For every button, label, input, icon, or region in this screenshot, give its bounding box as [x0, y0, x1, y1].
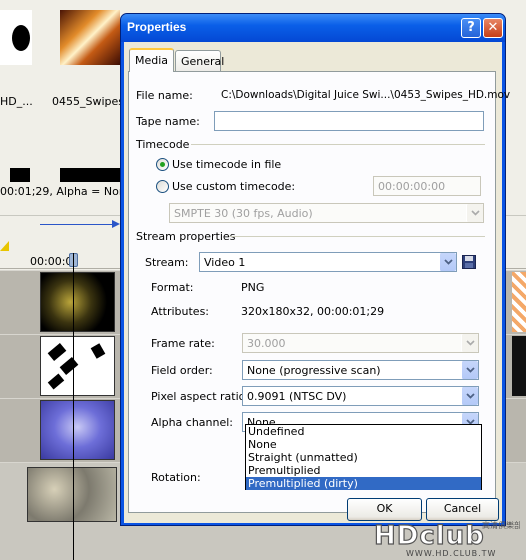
timecode-group-divider: [191, 144, 485, 145]
svg-text:WWW.HD.CLUB.TW: WWW.HD.CLUB.TW: [406, 549, 496, 558]
tab-general[interactable]: General: [175, 50, 224, 72]
save-stream-icon[interactable]: [462, 255, 476, 269]
frame-rate-label: Frame rate:: [151, 337, 215, 350]
rotation-label: Rotation:: [151, 471, 201, 484]
media-thumb-label-1: HD_...: [0, 95, 33, 108]
use-timecode-in-file-label[interactable]: Use timecode in file: [172, 158, 281, 171]
svg-text:高清俱樂部: 高清俱樂部: [482, 520, 520, 530]
field-order-value: None (progressive scan): [247, 364, 381, 377]
alpha-option-straight[interactable]: Straight (unmatted): [246, 451, 481, 464]
chevron-down-icon: [466, 393, 475, 399]
tab-media[interactable]: Media: [129, 48, 175, 72]
alpha-option-premultiplied[interactable]: Premultiplied: [246, 464, 481, 477]
clip-swipes-bw[interactable]: [40, 336, 115, 396]
ruler-arrow: [40, 224, 118, 225]
hdclub-watermark-logo: HDclub 高清俱樂部 WWW.HD.CLUB.TW: [370, 514, 522, 558]
media-strip-1: [10, 168, 30, 182]
use-custom-timecode-radio[interactable]: [156, 180, 169, 193]
custom-timecode-input[interactable]: 00:00:00:00: [373, 176, 481, 196]
alpha-channel-dropdown-list: Undefined None Straight (unmatted) Premu…: [245, 424, 482, 490]
hdclub-logo-icon: HDclub 高清俱樂部 WWW.HD.CLUB.TW: [373, 520, 522, 558]
right-clip-edge-2: [512, 336, 526, 396]
right-clip-edge: [512, 272, 526, 332]
tape-name-label: Tape name:: [136, 115, 200, 128]
timecode-format-select[interactable]: SMPTE 30 (30 fps, Audio): [169, 203, 484, 223]
help-icon: ?: [467, 20, 475, 35]
stream-select-value: Video 1: [204, 256, 246, 269]
frame-rate-dropdown-button[interactable]: [461, 334, 478, 352]
format-label: Format:: [151, 281, 194, 294]
chevron-down-icon: [471, 210, 480, 216]
help-button[interactable]: ?: [461, 18, 481, 38]
clip-swipes-blue[interactable]: [40, 400, 115, 460]
alpha-option-premultiplied-dirty[interactable]: Premultiplied (dirty): [246, 477, 481, 490]
media-thumb-1[interactable]: [0, 10, 32, 65]
pixel-aspect-value: 0.9091 (NTSC DV): [247, 390, 347, 403]
svg-text:HDclub: HDclub: [374, 521, 485, 551]
close-button[interactable]: ✕: [483, 18, 503, 38]
alpha-option-none[interactable]: None: [246, 438, 481, 451]
field-order-select[interactable]: None (progressive scan): [242, 360, 479, 380]
dialog-title: Properties: [127, 20, 187, 34]
attributes-label: Attributes:: [151, 305, 210, 318]
stream-group-label: Stream properties: [136, 230, 236, 243]
pixel-aspect-select[interactable]: 0.9091 (NTSC DV): [242, 386, 479, 406]
pixel-aspect-dropdown-button[interactable]: [461, 387, 478, 405]
tape-name-input[interactable]: [214, 111, 484, 131]
use-timecode-in-file-radio[interactable]: [156, 158, 169, 171]
timeline-cursor: [73, 253, 74, 560]
attributes-value: 320x180x32, 00:00:01;29: [241, 305, 385, 318]
format-value: PNG: [241, 281, 265, 294]
media-thumb-2[interactable]: [60, 10, 120, 65]
ruler-marker-icon: [0, 241, 9, 251]
media-strip-2: [60, 168, 120, 182]
file-name-value: C:\Downloads\Digital Juice Swi...\0453_S…: [221, 89, 511, 101]
frame-rate-select[interactable]: 30.000: [242, 333, 479, 353]
alpha-option-undefined[interactable]: Undefined: [246, 425, 481, 438]
pixel-aspect-label: Pixel aspect ratio:: [151, 390, 250, 403]
timecode-group-label: Timecode: [136, 138, 190, 151]
stream-group-divider: [229, 236, 485, 237]
stream-label: Stream:: [145, 256, 189, 269]
field-order-dropdown-button[interactable]: [461, 361, 478, 379]
timecode-format-dropdown-button[interactable]: [466, 204, 483, 222]
clip-swipes-gold[interactable]: [40, 272, 115, 332]
file-name-label: File name:: [136, 89, 193, 102]
chevron-down-icon: [466, 367, 475, 373]
clip-marble[interactable]: [27, 467, 117, 522]
ruler-arrow-head-icon: [112, 220, 120, 228]
ruler-timecode: 00:00:0: [30, 255, 73, 268]
close-icon: ✕: [487, 20, 499, 35]
use-custom-timecode-label[interactable]: Use custom timecode:: [172, 180, 295, 193]
chevron-down-icon: [466, 340, 475, 346]
chevron-down-icon: [444, 259, 453, 265]
timecode-format-value: SMPTE 30 (30 fps, Audio): [174, 207, 313, 220]
stream-select[interactable]: Video 1: [199, 252, 457, 272]
frame-rate-value: 30.000: [247, 337, 286, 350]
stream-dropdown-button[interactable]: [439, 253, 456, 271]
field-order-label: Field order:: [151, 364, 213, 377]
status-text: 00:01;29, Alpha = None: [0, 185, 133, 198]
title-bar[interactable]: Properties ? ✕: [121, 14, 505, 42]
alpha-channel-label: Alpha channel:: [151, 416, 234, 429]
